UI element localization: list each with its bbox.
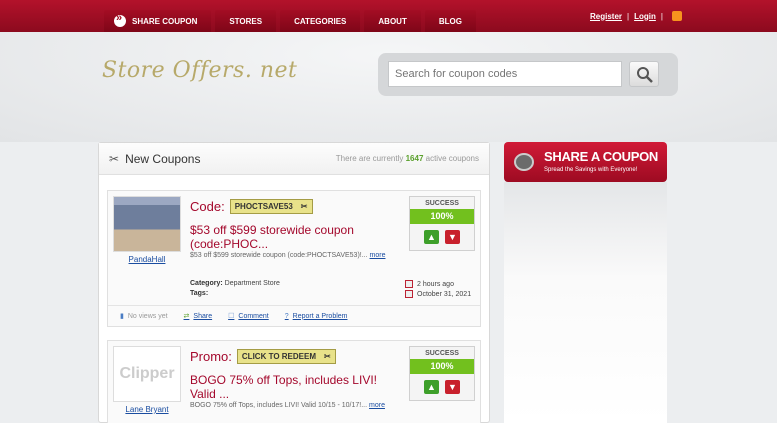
coupon-card: PandaHall Code: PHOCTSAVE53 ✂ $53 off $5… xyxy=(107,190,481,327)
nav-label: SHARE COUPON xyxy=(132,16,198,26)
date-value: October 31, 2021 xyxy=(417,290,472,298)
count-prefix: There are currently xyxy=(335,154,404,163)
redeem-label: CLICK TO REDEEM xyxy=(241,352,316,361)
separator: | xyxy=(627,11,630,21)
description-text: $53 off $599 storewide coupon (code:PHOC… xyxy=(190,252,368,259)
success-label: SUCCESS xyxy=(425,200,459,207)
top-bar: SHARE COUPON STORES CATEGORIES ABOUT BLO… xyxy=(0,0,777,32)
thumbs-up-icon[interactable]: ▲ xyxy=(424,230,439,244)
success-rate-box: SUCCESS 100% ▲ ▼ xyxy=(409,196,475,251)
rss-icon[interactable] xyxy=(671,11,682,21)
separator: | xyxy=(660,11,663,21)
store-thumbnail[interactable]: Clipper xyxy=(113,346,181,402)
login-link[interactable]: Login xyxy=(634,12,656,21)
success-rate: 100% xyxy=(410,209,474,224)
help-icon: ? xyxy=(284,312,289,320)
panel-header: ✂ New Coupons There are currently 1647 a… xyxy=(99,143,489,175)
active-count: There are currently 1647 active coupons xyxy=(336,154,479,163)
coupon-description: $53 off $599 storewide coupon (code:PHOC… xyxy=(190,251,400,261)
views-text: No views yet xyxy=(127,312,168,320)
store-thumbnail[interactable] xyxy=(113,196,181,252)
scissors-icon: ✂ xyxy=(323,352,331,361)
thumbs-down-icon[interactable]: ▼ xyxy=(445,230,460,244)
share-title: SHARE A COUPON xyxy=(544,149,659,164)
sidebar-panel xyxy=(504,182,667,423)
report-label: Report a Problem xyxy=(292,312,348,320)
coupon-title[interactable]: $53 off $599 storewide coupon (code:PHOC… xyxy=(190,223,400,251)
code-line: Code: PHOCTSAVE53 ✂ xyxy=(190,199,313,214)
coupon-title[interactable]: BOGO 75% off Tops, includes LIVI! Valid … xyxy=(190,373,400,401)
search-button[interactable] xyxy=(629,61,659,87)
redeem-button[interactable]: CLICK TO REDEEM ✂ xyxy=(236,349,336,364)
thumbnail-text: Clipper xyxy=(119,365,175,382)
chart-icon: ▮ xyxy=(120,313,124,320)
thumbs-up-icon[interactable]: ▲ xyxy=(424,380,439,394)
search-icon xyxy=(637,67,653,83)
store-link[interactable]: PandaHall xyxy=(113,255,181,264)
comment-label: Comment xyxy=(238,312,269,320)
thumbs-down-icon[interactable]: ▼ xyxy=(445,380,460,394)
category-line: Category: Department Store xyxy=(190,280,280,287)
coupon-actions: ▮ No views yet ⇄ Share ☐ Comment ? Repor… xyxy=(108,305,480,326)
share-link[interactable]: ⇄ Share xyxy=(183,312,213,321)
share-subtitle: Spread the Savings with Everyone! xyxy=(544,167,638,173)
register-link[interactable]: Register xyxy=(590,12,622,21)
tags-line: Tags: xyxy=(190,290,208,297)
nav-stores[interactable]: STORES xyxy=(215,10,277,32)
tags-label: Tags: xyxy=(190,290,209,297)
posted-time: 2 hours ago xyxy=(405,280,454,288)
site-logo[interactable]: Store Offers. net xyxy=(102,58,297,83)
report-link[interactable]: ? Report a Problem xyxy=(285,313,348,320)
coupon-code: PHOCTSAVE53 xyxy=(234,202,293,211)
coupon-card: Clipper Lane Bryant Promo: CLICK TO REDE… xyxy=(107,340,481,423)
coupon-description: BOGO 75% off Tops, includes LIVI! Valid … xyxy=(190,401,400,411)
vote-row: ▲ ▼ xyxy=(410,380,474,394)
vote-row: ▲ ▼ xyxy=(410,230,474,244)
success-rate-box: SUCCESS 100% ▲ ▼ xyxy=(409,346,475,401)
category-label: Category: xyxy=(190,280,223,287)
arrow-icon xyxy=(114,12,126,27)
search-input[interactable] xyxy=(388,61,622,87)
coupon-code-button[interactable]: PHOCTSAVE53 ✂ xyxy=(229,199,313,214)
share-coupon-button[interactable]: SHARE A COUPON Spread the Savings with E… xyxy=(504,142,667,182)
comment-link[interactable]: ☐ Comment xyxy=(228,312,269,321)
megaphone-icon xyxy=(514,153,534,171)
share-label: Share xyxy=(193,312,213,320)
count-suffix: active coupons xyxy=(425,154,479,163)
clock-icon xyxy=(405,280,413,288)
code-line: Promo: CLICK TO REDEEM ✂ xyxy=(190,349,336,364)
category-value[interactable]: Department Store xyxy=(225,280,280,287)
nav-share-coupon[interactable]: SHARE COUPON xyxy=(104,10,212,32)
more-link[interactable]: more xyxy=(369,402,385,409)
views-count: ▮ No views yet xyxy=(120,312,168,321)
expiry-date: October 31, 2021 xyxy=(405,290,471,298)
nav-about[interactable]: ABOUT xyxy=(364,10,421,32)
description-text: BOGO 75% off Tops, includes LIVI! Valid … xyxy=(190,402,368,409)
more-link[interactable]: more xyxy=(370,252,386,259)
panel-title: New Coupons xyxy=(125,151,201,166)
scissors-icon: ✂ xyxy=(109,151,120,166)
coupons-panel: ✂ New Coupons There are currently 1647 a… xyxy=(98,142,490,423)
store-link[interactable]: Lane Bryant xyxy=(113,405,181,414)
nav-categories[interactable]: CATEGORIES xyxy=(280,10,361,32)
scissors-icon: ✂ xyxy=(300,202,308,211)
comment-icon: ☐ xyxy=(228,313,235,320)
coupon-type: Promo: xyxy=(190,349,232,364)
success-label: SUCCESS xyxy=(425,350,459,357)
account-links: Register | Login | xyxy=(590,11,682,21)
main-nav: SHARE COUPON STORES CATEGORIES ABOUT BLO… xyxy=(104,10,476,32)
success-rate: 100% xyxy=(410,359,474,374)
search-box xyxy=(378,53,678,96)
time-ago: 2 hours ago xyxy=(417,280,454,288)
count-number: 1647 xyxy=(405,154,424,163)
calendar-icon xyxy=(405,290,413,298)
share-icon: ⇄ xyxy=(183,313,190,320)
coupon-type: Code: xyxy=(190,199,225,214)
nav-blog[interactable]: BLOG xyxy=(424,10,476,32)
